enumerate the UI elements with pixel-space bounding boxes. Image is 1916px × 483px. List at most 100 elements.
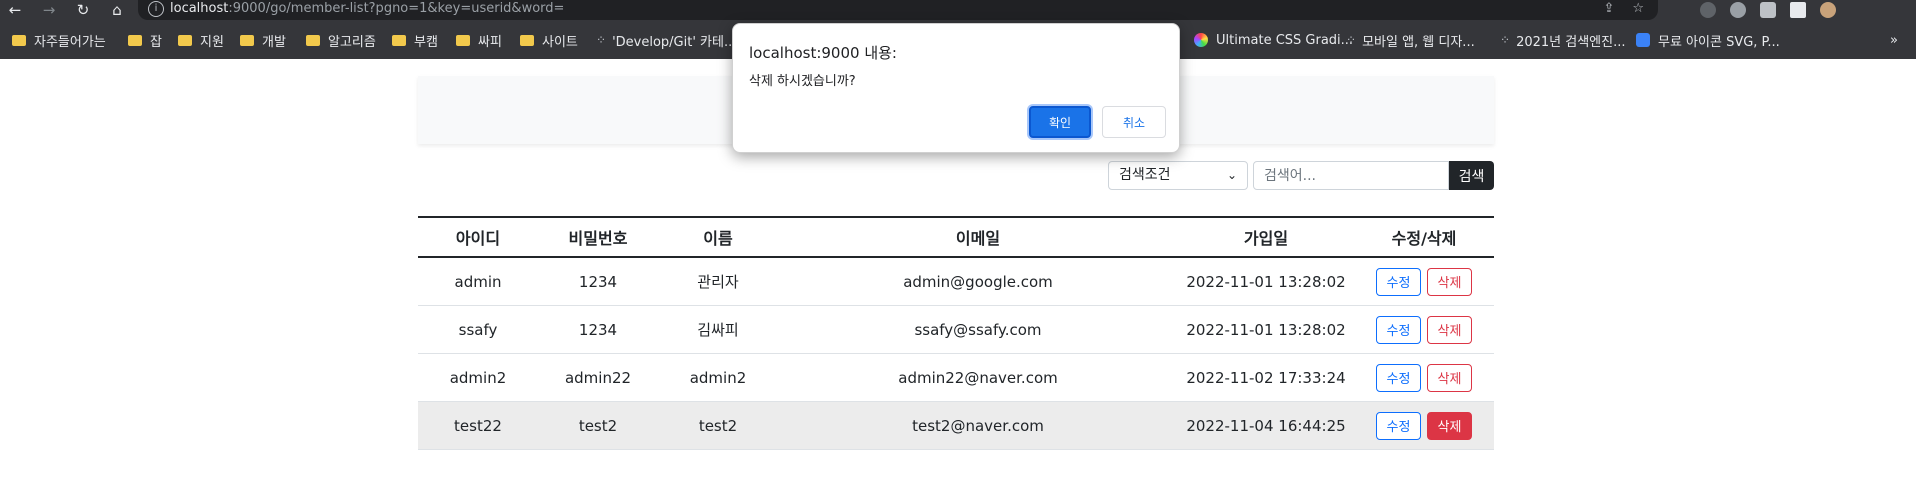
forward-icon[interactable]: → (40, 0, 58, 20)
cell-email: admin22@naver.com (778, 353, 1178, 402)
bookmark-label: 부캠 (414, 34, 438, 50)
bookmark-folder-frequent[interactable]: 자주들어가는 (12, 30, 106, 50)
bookmark-label: 모바일 앱, 웹 디자... (1362, 34, 1475, 50)
bookmark-folder-jobs[interactable]: 잡 (128, 30, 162, 50)
folder-icon (392, 34, 406, 46)
cell-password: admin22 (538, 353, 658, 402)
folder-icon (240, 34, 254, 46)
bookmark-label: 개발 (262, 34, 286, 50)
edit-button[interactable]: 수정 (1376, 411, 1421, 440)
cell-name: admin2 (658, 353, 778, 402)
edit-button[interactable]: 수정 (1376, 267, 1421, 296)
address-bar[interactable]: i localhost:9000/go/member-list?pgno=1&k… (138, 0, 1658, 20)
chevron-down-icon: ⌄ (1226, 168, 1237, 182)
font-ninja-icon[interactable] (1700, 2, 1716, 18)
bookmark-mobile-design[interactable]: ⁘ 모바일 앱, 웹 디자... (1346, 30, 1475, 50)
cell-password: test2 (538, 401, 658, 450)
folder-icon (520, 34, 534, 46)
delete-button[interactable]: 삭제 (1427, 315, 1472, 344)
cell-joined: 2022-11-02 17:33:24 (1178, 353, 1354, 402)
share-icon[interactable]: ⇪ (1603, 0, 1614, 18)
bookmarks-more[interactable]: » (1890, 30, 1898, 50)
cell-email: ssafy@ssafy.com (778, 305, 1178, 354)
reload-icon[interactable]: ↻ (74, 0, 92, 20)
side-panel-icon[interactable] (1790, 2, 1806, 18)
bookmark-free-icons[interactable]: 무료 아이콘 SVG, P... (1636, 30, 1780, 50)
header-password: 비밀번호 (538, 216, 658, 258)
folder-icon (178, 34, 192, 46)
profile-avatar[interactable] (1820, 2, 1836, 18)
browser-toolbar: ← → ↻ ⌂ i localhost:9000/go/member-list?… (0, 0, 1916, 20)
search-button[interactable]: 검색 (1449, 161, 1494, 190)
bookmark-label: 알고리즘 (328, 34, 376, 50)
cell-password: 1234 (538, 305, 658, 354)
cell-email: test2@naver.com (778, 401, 1178, 450)
cell-password: 1234 (538, 257, 658, 306)
bookmark-label: Ultimate CSS Gradi... (1216, 32, 1354, 48)
dialog-title: localhost:9000 내용: (749, 44, 897, 62)
cell-actions: 수정 삭제 (1354, 353, 1494, 402)
delete-button[interactable]: 삭제 (1427, 411, 1472, 440)
info-icon[interactable]: i (148, 1, 164, 17)
edit-button[interactable]: 수정 (1376, 315, 1421, 344)
header-name: 이름 (658, 216, 778, 258)
select-value: 검색조건 (1119, 167, 1171, 183)
folder-icon (12, 34, 26, 46)
cell-id: ssafy (418, 305, 538, 354)
folder-icon (306, 34, 320, 46)
bookmark-label: 잡 (150, 34, 162, 50)
nav-buttons: ← → ↻ ⌂ (6, 0, 126, 20)
confirm-dialog: localhost:9000 내용: 삭제 하시겠습니까? 확인 취소 (732, 23, 1180, 153)
extension-icon[interactable] (1730, 2, 1746, 18)
header-actions: 수정/삭제 (1354, 216, 1494, 258)
table-row: admin2 admin22 admin2 admin22@naver.com … (418, 353, 1494, 402)
cell-actions: 수정 삭제 (1354, 257, 1494, 306)
icon-site-icon (1636, 33, 1650, 47)
bookmark-label: 2021년 검색엔진... (1516, 34, 1626, 50)
bookmark-label: 자주들어가는 (34, 34, 106, 50)
edit-button[interactable]: 수정 (1376, 363, 1421, 392)
home-icon[interactable]: ⌂ (108, 0, 126, 20)
bookmark-search-engine[interactable]: ⁘ 2021년 검색엔진... (1500, 30, 1625, 50)
delete-button[interactable]: 삭제 (1427, 363, 1472, 392)
search-input[interactable] (1253, 161, 1449, 190)
cell-actions: 수정 삭제 (1354, 305, 1494, 354)
bookmark-folder-apply[interactable]: 지원 (178, 30, 224, 50)
bookmark-css-gradient[interactable]: Ultimate CSS Gradi... (1194, 30, 1353, 50)
bookmark-star-icon[interactable]: ☆ (1632, 0, 1644, 18)
bookmark-label: 'Develop/Git' 카테... (612, 34, 737, 50)
cell-id: admin2 (418, 353, 538, 402)
folder-icon (128, 34, 142, 46)
tistory-icon: ⁘ (596, 33, 606, 47)
bookmark-develop-git[interactable]: ⁘ 'Develop/Git' 카테... (596, 30, 736, 50)
gradient-icon (1194, 33, 1208, 47)
header-joined: 가입일 (1178, 216, 1354, 258)
url-text: localhost:9000/go/member-list?pgno=1&key… (170, 1, 565, 16)
cell-name: 김싸피 (658, 305, 778, 354)
more-chevron-icon: » (1890, 32, 1898, 48)
bookmark-label: 사이트 (542, 34, 578, 50)
tistory-icon: ⁘ (1346, 33, 1356, 47)
cell-joined: 2022-11-04 16:44:25 (1178, 401, 1354, 450)
back-icon[interactable]: ← (6, 0, 24, 20)
folder-icon (456, 34, 470, 46)
bookmark-label: 싸피 (478, 34, 502, 50)
confirm-ok-button[interactable]: 확인 (1029, 106, 1091, 138)
bookmark-folder-algorithm[interactable]: 알고리즘 (306, 30, 376, 50)
cell-name: 관리자 (658, 257, 778, 306)
confirm-cancel-button[interactable]: 취소 (1102, 106, 1166, 138)
bookmark-folder-dev[interactable]: 개발 (240, 30, 286, 50)
bookmark-folder-ssafy[interactable]: 싸피 (456, 30, 502, 50)
member-table: 아이디 비밀번호 이름 이메일 가입일 수정/삭제 admin 1234 관리자… (418, 216, 1494, 450)
extension-icons (1700, 0, 1836, 20)
puzzle-icon[interactable] (1760, 2, 1776, 18)
cell-name: test2 (658, 401, 778, 450)
table-row: admin 1234 관리자 admin@google.com 2022-11-… (418, 257, 1494, 306)
delete-button[interactable]: 삭제 (1427, 267, 1472, 296)
cell-email: admin@google.com (778, 257, 1178, 306)
bookmark-folder-sites[interactable]: 사이트 (520, 30, 578, 50)
cell-id: test22 (418, 401, 538, 450)
search-condition-select[interactable]: 검색조건 ⌄ (1108, 161, 1248, 190)
bookmark-folder-bootcamp[interactable]: 부캠 (392, 30, 438, 50)
header-id: 아이디 (418, 216, 538, 258)
